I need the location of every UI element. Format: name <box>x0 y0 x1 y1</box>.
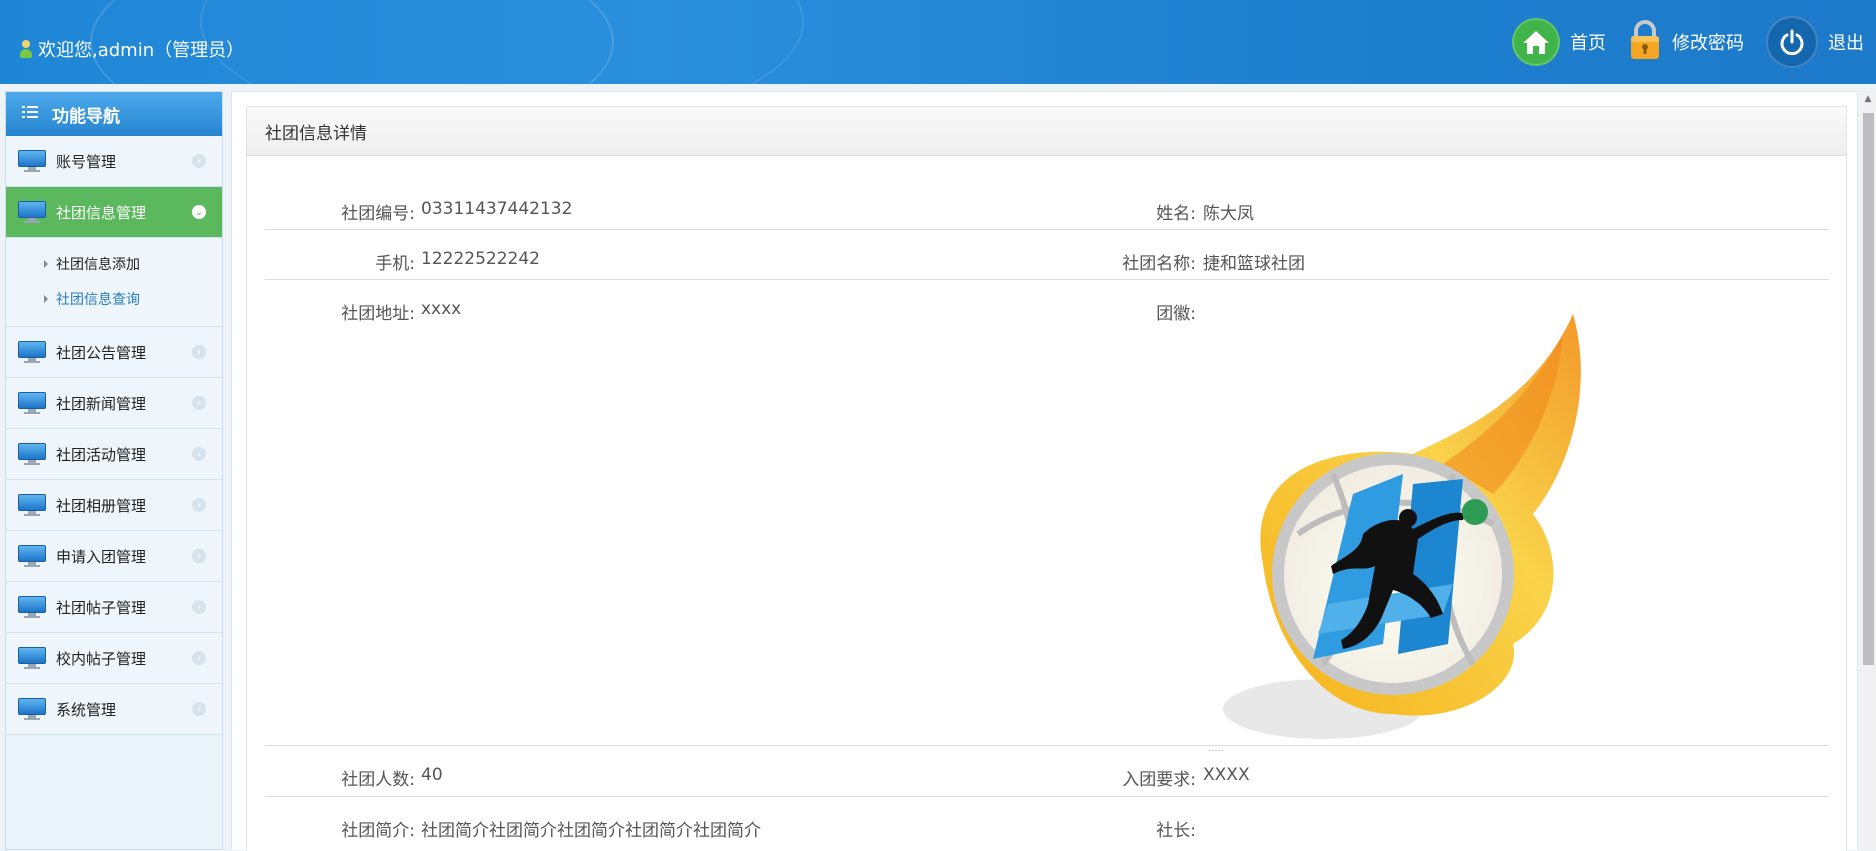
change-password-button[interactable]: 修改密码 <box>1628 19 1744 66</box>
chevron-right-icon: › <box>192 396 206 410</box>
power-icon <box>1766 16 1818 68</box>
sidebar-item-label: 校内帖子管理 <box>56 649 147 668</box>
nav-header: 功能导航 <box>6 92 222 136</box>
caret-right-icon <box>44 259 48 268</box>
sidebar-item-label: 社团相册管理 <box>56 496 147 515</box>
sidebar-subitem-club-add[interactable]: 社团信息添加 <box>6 246 222 281</box>
monitor-icon <box>18 392 46 414</box>
field-label-name: 姓名: <box>1156 204 1196 224</box>
field-value-requirement: XXXX <box>1203 765 1250 785</box>
header-actions: 首页 修改密码 退出 <box>1512 16 1864 68</box>
sidebar-item-club-posts[interactable]: 社团帖子管理 › <box>6 582 222 633</box>
sidebar-item-label: 社团帖子管理 <box>56 598 147 617</box>
field-label-phone: 手机: <box>375 254 415 274</box>
field-value-address: xxxx <box>421 299 462 319</box>
monitor-icon <box>18 596 46 618</box>
home-label: 首页 <box>1570 33 1606 54</box>
chevron-right-icon: › <box>192 447 206 461</box>
monitor-icon <box>18 201 46 223</box>
sidebar-item-join-request[interactable]: 申请入团管理 › <box>6 531 222 582</box>
chevron-right-icon: › <box>192 154 206 168</box>
monitor-icon <box>18 341 46 363</box>
field-value-name: 陈大凤 <box>1203 204 1254 224</box>
field-label-club-name: 社团名称: <box>1122 254 1196 274</box>
chevron-right-icon: › <box>192 600 206 614</box>
sidebar-item-account[interactable]: 账号管理 › <box>6 136 222 187</box>
chevron-right-icon: › <box>192 345 206 359</box>
sidebar-subitem-club-query[interactable]: 社团信息查询 <box>6 281 222 316</box>
home-icon <box>1512 18 1560 66</box>
caret-right-icon <box>44 294 48 303</box>
sidebar-item-system[interactable]: 系统管理 › <box>6 684 222 735</box>
sidebar-item-label: 申请入团管理 <box>56 547 147 566</box>
chevron-right-icon: › <box>192 549 206 563</box>
monitor-icon <box>18 150 46 172</box>
field-label-address: 社团地址: <box>341 304 415 324</box>
sidebar-item-campus-posts[interactable]: 校内帖子管理 › <box>6 633 222 684</box>
user-icon <box>20 40 32 58</box>
sidebar-item-label: 社团信息管理 <box>56 203 147 222</box>
sidebar-item-activity[interactable]: 社团活动管理 › <box>6 429 222 480</box>
scroll-up-icon[interactable]: ▲ <box>1860 91 1876 107</box>
main-content: 社团信息详情 社团编号: 03311437442132 姓名: 陈大凤 手机: … <box>231 91 1858 851</box>
chevron-down-icon: ⌄ <box>192 205 206 219</box>
welcome-message: 欢迎您,admin（管理员） <box>20 36 244 62</box>
page-scrollbar[interactable]: ▲ <box>1860 91 1876 850</box>
logout-button[interactable]: 退出 <box>1766 16 1864 68</box>
sidebar-item-label: 社团新闻管理 <box>56 394 147 413</box>
club-emblem-image: ····· <box>1203 314 1643 759</box>
field-value-club-name: 捷和篮球社团 <box>1203 254 1305 274</box>
field-label-club-no: 社团编号: <box>341 204 415 224</box>
sidebar-item-label: 社团公告管理 <box>56 343 147 362</box>
header-decoration <box>200 0 804 84</box>
detail-row: 社团简介: 社团简介社团简介社团简介社团简介社团简介 社长: <box>265 796 1829 851</box>
sidebar-subitem-label: 社团信息查询 <box>56 291 140 308</box>
field-value-phone: 12222522242 <box>421 249 540 269</box>
field-value-club-no: 03311437442132 <box>421 199 573 219</box>
change-password-label: 修改密码 <box>1672 33 1744 54</box>
field-label-requirement: 入团要求: <box>1122 770 1196 790</box>
detail-panel: 社团信息详情 社团编号: 03311437442132 姓名: 陈大凤 手机: … <box>246 106 1847 851</box>
scrollbar-thumb[interactable] <box>1863 113 1874 665</box>
field-value-intro: 社团简介社团简介社团简介社团简介社团简介 <box>421 821 761 841</box>
top-header: 欢迎您,admin（管理员） 首页 修改密码 退出 <box>0 0 1876 84</box>
logout-label: 退出 <box>1828 33 1864 54</box>
home-button[interactable]: 首页 <box>1512 18 1606 66</box>
detail-row: 手机: 12222522242 社团名称: 捷和篮球社团 <box>265 229 1829 280</box>
field-label-emblem: 团徽: <box>1156 304 1196 324</box>
list-icon <box>22 104 38 124</box>
lock-icon <box>1628 19 1662 66</box>
panel-title: 社团信息详情 <box>247 107 1846 156</box>
monitor-icon <box>18 698 46 720</box>
sidebar-item-label: 账号管理 <box>56 152 117 171</box>
sidebar: 功能导航 账号管理 › 社团信息管理 ⌄ 社团信息添加 社团信息查询 社团公告管… <box>5 91 223 850</box>
monitor-icon <box>18 647 46 669</box>
monitor-icon <box>18 494 46 516</box>
chevron-right-icon: › <box>192 498 206 512</box>
chevron-right-icon: › <box>192 651 206 665</box>
monitor-icon <box>18 545 46 567</box>
sidebar-item-news[interactable]: 社团新闻管理 › <box>6 378 222 429</box>
subnav-club-info: 社团信息添加 社团信息查询 <box>6 238 222 327</box>
detail-row: 社团地址: xxxx 团徽: ····· <box>265 279 1829 757</box>
chevron-right-icon: › <box>192 702 206 716</box>
field-label-intro: 社团简介: <box>341 821 415 841</box>
sidebar-item-label: 社团活动管理 <box>56 445 147 464</box>
detail-row: 社团人数: 40 入团要求: XXXX <box>265 745 1829 797</box>
detail-row: 社团编号: 03311437442132 姓名: 陈大凤 <box>265 171 1829 230</box>
sidebar-subitem-label: 社团信息添加 <box>56 256 140 273</box>
welcome-text: 欢迎您,admin（管理员） <box>38 40 245 61</box>
monitor-icon <box>18 443 46 465</box>
field-label-leader: 社长: <box>1156 821 1196 841</box>
sidebar-item-club-info[interactable]: 社团信息管理 ⌄ <box>6 187 222 238</box>
field-value-members: 40 <box>421 765 443 785</box>
sidebar-item-album[interactable]: 社团相册管理 › <box>6 480 222 531</box>
nav-title: 功能导航 <box>52 106 120 127</box>
sidebar-item-label: 系统管理 <box>56 700 117 719</box>
sidebar-item-announcement[interactable]: 社团公告管理 › <box>6 327 222 378</box>
field-label-members: 社团人数: <box>341 770 415 790</box>
